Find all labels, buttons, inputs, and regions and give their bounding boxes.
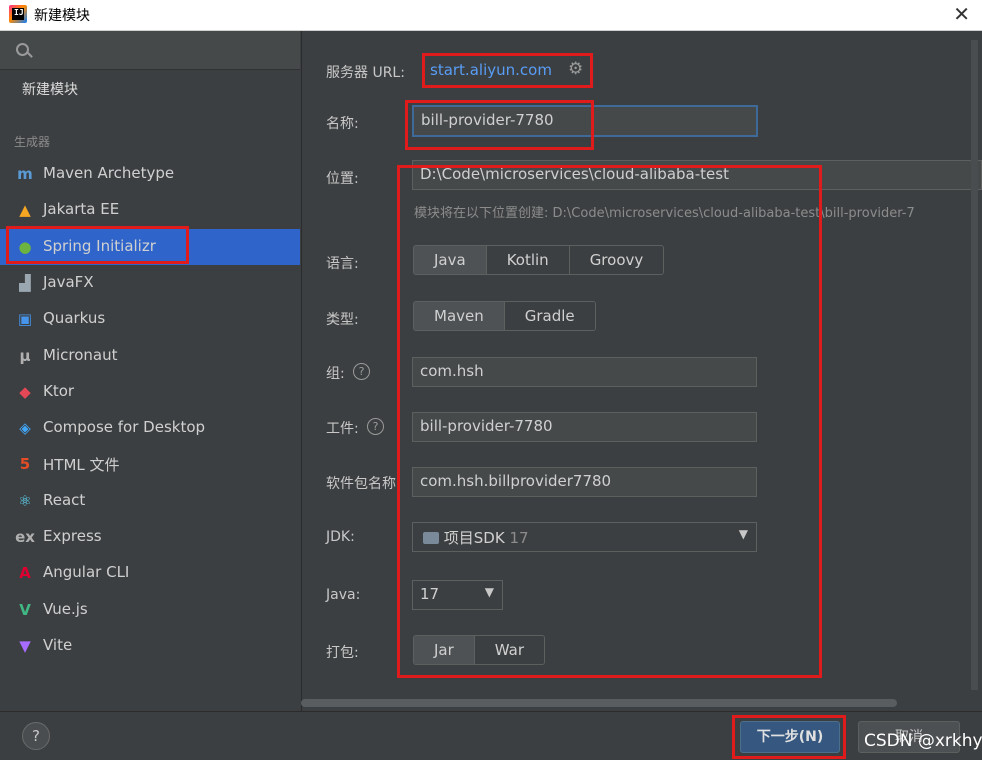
generator-label: Micronaut — [43, 345, 118, 364]
generator-label: Express — [43, 527, 102, 545]
highlight-box — [397, 165, 822, 678]
highlight-box — [6, 226, 189, 264]
generator-label: Vite — [43, 635, 73, 654]
generator-label: Jakarta EE — [43, 200, 120, 219]
generator-item[interactable]: ⚛ React — [0, 483, 300, 519]
help-icon[interactable]: ? — [353, 363, 370, 380]
help-icon[interactable]: ? — [367, 418, 384, 435]
watermark: CSDN @xrkhy — [864, 731, 982, 751]
server-url-label: 服务器 URL: — [326, 65, 405, 81]
highlight-box — [405, 100, 594, 150]
generator-item[interactable]: ex Express — [0, 519, 300, 555]
generator-label: Vue.js — [43, 599, 88, 618]
angular-icon: A — [19, 564, 31, 583]
window-title: 新建模块 — [34, 8, 90, 24]
highlight-box — [732, 715, 846, 759]
main-form: 服务器 URL: start.aliyun.com ⚙ 名称: bill-pro… — [301, 31, 982, 711]
generator-label: Angular CLI — [43, 563, 130, 582]
ktor-icon: ◆ — [19, 382, 31, 401]
sidebar-search[interactable] — [0, 31, 300, 70]
generator-item[interactable]: ◆ Ktor — [0, 374, 300, 410]
type-label: 类型: — [326, 312, 359, 328]
close-icon[interactable]: ✕ — [953, 3, 970, 25]
quarkus-icon: ▣ — [17, 310, 33, 329]
generator-item[interactable]: 5 HTML 文件 — [0, 446, 300, 482]
generator-item[interactable]: V Vue.js — [0, 592, 300, 628]
generator-item[interactable]: m Maven Archetype — [0, 156, 300, 192]
language-label: 语言: — [326, 256, 359, 272]
artifact-label: 工件: — [326, 421, 359, 437]
generator-item[interactable]: ▲ Jakarta EE — [0, 192, 300, 228]
vue-icon: V — [19, 600, 31, 619]
generator-item[interactable]: ◈ Compose for Desktop — [0, 410, 300, 446]
generator-label: React — [43, 490, 86, 509]
sidebar: 新建模块 生成器 m Maven Archetype ▲ Jakarta EE ● Spr… — [0, 31, 300, 711]
search-icon[interactable] — [16, 43, 29, 56]
location-label: 位置: — [326, 171, 359, 187]
group-label: 组: — [326, 366, 345, 382]
packaging-label: 打包: — [326, 645, 359, 661]
intellij-app-icon: IJ — [9, 5, 27, 23]
generator-label: Ktor — [43, 381, 75, 400]
javafx-icon: ▟ — [19, 273, 31, 292]
react-icon: ⚛ — [18, 491, 32, 510]
generator-label: JavaFX — [43, 272, 94, 291]
express-icon: ex — [15, 528, 35, 546]
java-version-label: Java: — [326, 587, 361, 603]
jdk-label: JDK: — [326, 529, 355, 545]
micronaut-icon: μ — [19, 346, 31, 365]
html5-icon: 5 — [19, 455, 31, 474]
generator-label: Compose for Desktop — [43, 418, 206, 437]
horizontal-scrollbar[interactable] — [301, 699, 897, 707]
footer-bar: ? 下一步(N) 取消 CSDN @xrkhy — [0, 711, 982, 760]
generator-item[interactable]: A Angular CLI — [0, 555, 300, 591]
generator-item[interactable]: ▣ Quarkus — [0, 301, 300, 337]
compose-icon: ◈ — [19, 419, 31, 438]
generators-heading: 生成器 — [14, 135, 51, 149]
help-button[interactable]: ? — [22, 722, 50, 750]
title-bar: IJ 新建模块 ✕ — [0, 0, 982, 31]
vite-icon: ▼ — [19, 636, 31, 655]
generator-label: HTML 文件 — [43, 456, 120, 475]
generator-item[interactable]: ▼ Vite — [0, 628, 300, 664]
name-label: 名称: — [326, 116, 359, 132]
package-label: 软件包名称: — [326, 476, 401, 492]
generator-item[interactable]: ▟ JavaFX — [0, 265, 300, 301]
sidebar-item-new-module[interactable]: 新建模块 — [22, 79, 78, 99]
maven-icon: m — [17, 165, 33, 183]
generator-item[interactable]: μ Micronaut — [0, 338, 300, 374]
vertical-scrollbar[interactable] — [971, 40, 978, 690]
jakarta-icon: ▲ — [19, 201, 31, 220]
generator-label: Quarkus — [43, 309, 106, 328]
highlight-box — [422, 53, 593, 88]
generator-label: Maven Archetype — [43, 164, 175, 182]
